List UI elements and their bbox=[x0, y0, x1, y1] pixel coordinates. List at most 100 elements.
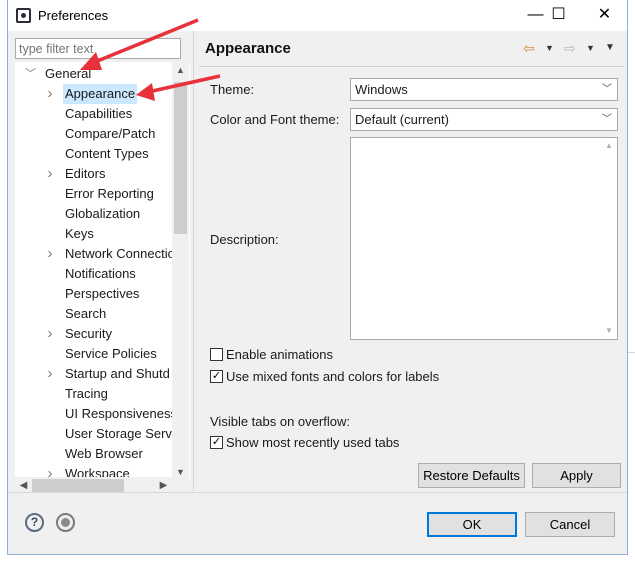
footer-separator bbox=[8, 492, 627, 493]
tree-item-label: User Storage Serv bbox=[65, 426, 172, 441]
preferences-dialog: Preferences — ☐ ✕ ﹀ General › Appearance Cap… bbox=[7, 0, 628, 555]
tree-item-tracing[interactable]: Tracing bbox=[15, 384, 172, 404]
color-font-theme-value: Default (current) bbox=[355, 112, 449, 127]
restore-defaults-button[interactable]: Restore Defaults bbox=[418, 463, 525, 488]
chevron-right-icon[interactable]: › bbox=[45, 164, 55, 184]
tree-item-security[interactable]: › Security bbox=[15, 324, 172, 344]
theme-select[interactable]: Windows ﹀ bbox=[350, 78, 618, 101]
tree-item-label: Appearance bbox=[63, 84, 138, 104]
tree-item-general[interactable]: ﹀ General bbox=[15, 64, 172, 84]
window-title: Preferences bbox=[38, 8, 109, 23]
chevron-down-icon[interactable]: ﹀ bbox=[25, 64, 36, 84]
enable-animations-checkbox[interactable] bbox=[210, 348, 223, 361]
help-icon[interactable]: ? bbox=[25, 513, 44, 532]
tree-item-network-connectio[interactable]: › Network Connectio bbox=[15, 244, 175, 264]
tree-item-label: Globalization bbox=[65, 206, 141, 221]
chevron-right-icon[interactable]: › bbox=[45, 364, 55, 384]
description-scrollbar[interactable]: ▲ ▼ bbox=[601, 138, 617, 339]
tree-item-label: Compare/Patch bbox=[65, 126, 156, 141]
tree-item-service-policies[interactable]: Service Policies bbox=[15, 344, 172, 364]
theme-label: Theme: bbox=[210, 82, 255, 97]
tree-item-appearance[interactable]: › Appearance bbox=[15, 84, 172, 104]
tree-item-label: Network Connectio bbox=[65, 246, 175, 261]
tree-item-editors[interactable]: › Editors bbox=[15, 164, 172, 184]
scroll-up-icon[interactable]: ▲ bbox=[601, 138, 617, 154]
ok-button[interactable]: OK bbox=[427, 512, 517, 537]
tree-item-compare-patch[interactable]: Compare/Patch bbox=[15, 124, 172, 144]
tree-item-error-reporting[interactable]: Error Reporting bbox=[15, 184, 172, 204]
tree-item-ui-responsiveness[interactable]: UI Responsiveness bbox=[15, 404, 177, 424]
show-recent-tabs-label: Show most recently used tabs bbox=[226, 435, 400, 450]
page-title: Appearance bbox=[205, 40, 291, 57]
tree-item-startup-and-shutd[interactable]: › Startup and Shutd bbox=[15, 364, 172, 384]
import-export-icon[interactable] bbox=[56, 513, 75, 532]
eclipse-app-icon bbox=[16, 8, 31, 23]
tree-item-label: Web Browser bbox=[65, 446, 143, 461]
scroll-down-icon[interactable]: ▼ bbox=[172, 464, 189, 481]
chevron-right-icon[interactable]: › bbox=[45, 244, 55, 264]
tree-item-globalization[interactable]: Globalization bbox=[15, 204, 172, 224]
show-recent-tabs-checkbox[interactable]: ✓ bbox=[210, 436, 223, 449]
scroll-thumb[interactable] bbox=[174, 82, 187, 234]
background-editor-fragment bbox=[628, 352, 635, 412]
description-text-area[interactable]: ▲ ▼ bbox=[350, 137, 618, 340]
tree-item-capabilities[interactable]: Capabilities bbox=[15, 104, 172, 124]
preference-tree[interactable]: ﹀ General › Appearance Capabilities Compare/P… bbox=[15, 62, 190, 481]
tree-item-perspectives[interactable]: Perspectives bbox=[15, 284, 172, 304]
tree-item-label: Search bbox=[65, 306, 107, 321]
forward-arrow-icon[interactable]: ⇨ bbox=[564, 38, 576, 58]
header-separator bbox=[199, 66, 624, 67]
view-menu-icon[interactable]: ▼ bbox=[605, 38, 615, 58]
tree-item-web-browser[interactable]: Web Browser bbox=[15, 444, 172, 464]
chevron-right-icon[interactable]: › bbox=[45, 324, 55, 344]
chevron-right-icon[interactable]: › bbox=[45, 84, 55, 104]
scroll-up-icon[interactable]: ▲ bbox=[172, 62, 189, 79]
tree-item-label: Perspectives bbox=[65, 286, 140, 301]
scroll-down-icon[interactable]: ▼ bbox=[601, 323, 617, 339]
tree-item-label: Capabilities bbox=[65, 106, 133, 121]
apply-button[interactable]: Apply bbox=[532, 463, 621, 488]
back-menu-chevron-icon[interactable]: ▼ bbox=[545, 38, 554, 58]
tree-item-content-types[interactable]: Content Types bbox=[15, 144, 172, 164]
close-icon[interactable]: ✕ bbox=[582, 0, 627, 31]
scroll-thumb[interactable] bbox=[32, 479, 124, 492]
enable-animations-label: Enable animations bbox=[226, 347, 333, 362]
back-arrow-icon[interactable]: ⇦ bbox=[523, 38, 535, 58]
visible-tabs-label: Visible tabs on overflow: bbox=[210, 414, 350, 429]
chevron-down-icon: ﹀ bbox=[602, 84, 612, 95]
tree-item-search[interactable]: Search bbox=[15, 304, 172, 324]
tree-item-label: Notifications bbox=[65, 266, 136, 281]
tree-item-label: Error Reporting bbox=[65, 186, 154, 201]
tree-item-label: Service Policies bbox=[65, 346, 157, 361]
forward-menu-chevron-icon[interactable]: ▼ bbox=[586, 38, 595, 58]
tree-item-label: General bbox=[45, 66, 92, 81]
filter-input[interactable] bbox=[15, 38, 181, 59]
tree-item-notifications[interactable]: Notifications bbox=[15, 264, 172, 284]
color-font-theme-select[interactable]: Default (current) ﹀ bbox=[350, 108, 618, 131]
mixed-fonts-checkbox[interactable]: ✓ bbox=[210, 370, 223, 383]
tree-item-keys[interactable]: Keys bbox=[15, 224, 172, 244]
tree-vertical-scrollbar[interactable]: ▲ ▼ bbox=[172, 62, 189, 481]
tree-item-label: Startup and Shutd bbox=[65, 366, 170, 381]
chevron-down-icon: ﹀ bbox=[602, 114, 612, 125]
mixed-fonts-label: Use mixed fonts and colors for labels bbox=[226, 369, 440, 384]
tree-item-user-storage-serv[interactable]: User Storage Serv bbox=[15, 424, 172, 444]
description-label: Description: bbox=[210, 232, 279, 247]
tree-item-label: Security bbox=[65, 326, 112, 341]
title-bar[interactable]: Preferences — ☐ ✕ bbox=[8, 0, 627, 31]
maximize-icon[interactable]: ☐ bbox=[536, 0, 581, 31]
theme-select-value: Windows bbox=[355, 82, 408, 97]
cancel-button[interactable]: Cancel bbox=[525, 512, 615, 537]
tree-item-label: UI Responsiveness bbox=[65, 406, 177, 421]
